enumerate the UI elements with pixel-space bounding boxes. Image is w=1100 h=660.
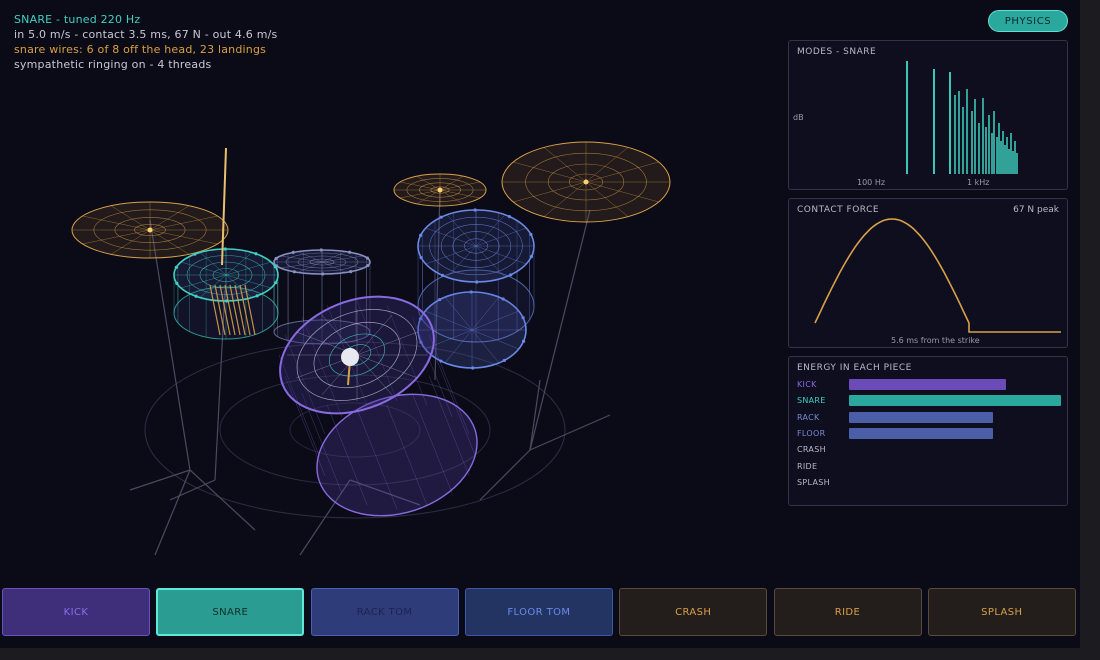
lug — [419, 256, 423, 260]
energy-row-ride: RIDE — [797, 461, 1062, 473]
lug — [366, 263, 370, 268]
force-footer: 5.6 ms from the strike — [891, 336, 980, 345]
contact-force-curve — [814, 218, 1061, 333]
lug — [274, 256, 278, 261]
lug — [321, 272, 325, 276]
rack-tom-drum — [417, 208, 535, 343]
beater-head — [341, 348, 359, 366]
hud-line-impact: in 5.0 m/s - contact 3.5 ms, 67 N - out … — [14, 28, 278, 41]
lug — [254, 252, 258, 256]
lug — [255, 294, 259, 298]
energy-label: CRASH — [797, 445, 826, 455]
stand-leg — [479, 449, 531, 501]
force-title: CONTACT FORCE — [797, 205, 880, 215]
contact-force-panel: CONTACT FORCE 67 N peak 5.6 ms from the … — [788, 198, 1068, 348]
piece-button-snare[interactable]: SNARE — [156, 588, 305, 636]
energy-title: ENERGY IN EACH PIECE — [797, 363, 912, 373]
stand-leg — [529, 209, 591, 451]
drum-kit-scene[interactable] — [0, 0, 780, 580]
energy-bar — [849, 379, 1006, 390]
lug — [348, 250, 352, 254]
physics-button[interactable]: PHYSICS — [988, 10, 1068, 32]
lug — [507, 214, 512, 219]
crash-cymbal — [71, 201, 229, 259]
lug — [521, 339, 526, 343]
energy-row-crash: CRASH — [797, 444, 1062, 456]
force-curve — [814, 218, 1061, 333]
stand-leg — [189, 469, 256, 531]
modes-spectrum — [906, 61, 1018, 174]
energy-row-kick: KICK — [797, 379, 1062, 391]
stand-leg — [529, 414, 611, 451]
hit-readout: SNARE - tuned 220 Hz in 5.0 m/s - contac… — [14, 12, 277, 72]
energy-bar — [849, 395, 1061, 407]
stand-leg — [129, 469, 191, 491]
energy-row-splash: SPLASH — [797, 477, 1062, 489]
lug — [529, 232, 533, 236]
energy-label: FLOOR — [797, 428, 826, 438]
lug — [273, 265, 277, 269]
modes-panel: MODES - SNARE dB 100 Hz 1 kHz — [788, 40, 1068, 190]
lug — [502, 358, 506, 363]
lug — [291, 250, 295, 254]
piece-button-kick[interactable]: KICK — [2, 588, 150, 636]
piece-button-rack-tom[interactable]: RACK TOM — [310, 588, 459, 636]
piece-button-floor-tom[interactable]: FLOOR TOM — [464, 588, 613, 636]
stand-leg — [154, 469, 191, 556]
lug — [418, 233, 423, 237]
energy-label: SNARE — [797, 396, 826, 406]
stand-leg — [169, 479, 216, 501]
lug — [349, 270, 353, 274]
hud-line-ringing: sympathetic ringing on - 4 threads — [14, 58, 212, 71]
hud-line-wires: snare wires: 6 of 8 off the head, 23 lan… — [14, 43, 267, 56]
piece-button-crash[interactable]: CRASH — [619, 588, 768, 636]
piece-button-splash[interactable]: SPLASH — [927, 588, 1076, 636]
crash-cymbal-bell — [147, 227, 153, 233]
energy-bar — [849, 427, 994, 439]
modes-tick-1khz: 1 kHz — [967, 178, 990, 187]
lug — [439, 215, 443, 219]
lug — [292, 270, 296, 274]
piece-toolbar: KICK SNARE RACK TOM FLOOR TOM CRASH RIDE SPLAS… — [2, 588, 1080, 638]
splash-cymbal — [393, 173, 487, 207]
app-window: SNARE - tuned 220 Hz in 5.0 m/s - contac… — [0, 0, 1080, 648]
modes-tick-100hz: 100 Hz — [857, 178, 886, 187]
energy-label: KICK — [797, 380, 817, 389]
energy-row-floor: FLOOR — [797, 427, 1062, 440]
splash-cymbal-bell — [437, 187, 443, 193]
energy-panel: ENERGY IN EACH PIECE KICK SNARE RACK FLOOR C… — [788, 356, 1068, 506]
lug — [475, 280, 479, 284]
lug — [365, 256, 370, 260]
lug — [319, 248, 323, 252]
modes-title: MODES - SNARE — [797, 47, 877, 57]
ride-cymbal-bell — [583, 179, 589, 185]
lug — [440, 273, 445, 278]
modes-y-label: dB — [793, 113, 804, 122]
ride-cymbal — [501, 141, 671, 223]
lug — [473, 208, 477, 212]
lug — [274, 281, 278, 285]
piece-button-ride[interactable]: RIDE — [773, 588, 922, 636]
lug — [175, 281, 179, 285]
lug — [471, 366, 475, 370]
energy-row-rack: RACK — [797, 411, 1062, 424]
snare-drum — [173, 247, 279, 340]
lug — [223, 247, 227, 251]
energy-label: SPLASH — [797, 477, 830, 487]
hud-line-piece: SNARE - tuned 220 Hz — [14, 13, 141, 26]
lug — [529, 255, 534, 259]
force-peak: 67 N peak — [1013, 205, 1059, 215]
energy-label: RIDE — [797, 461, 818, 471]
energy-bar — [849, 411, 994, 423]
lug — [509, 273, 513, 277]
lug — [174, 265, 178, 269]
energy-label: RACK — [797, 412, 820, 422]
lug — [194, 294, 198, 298]
lug — [193, 252, 197, 256]
energy-row-snare: SNARE — [797, 395, 1062, 407]
